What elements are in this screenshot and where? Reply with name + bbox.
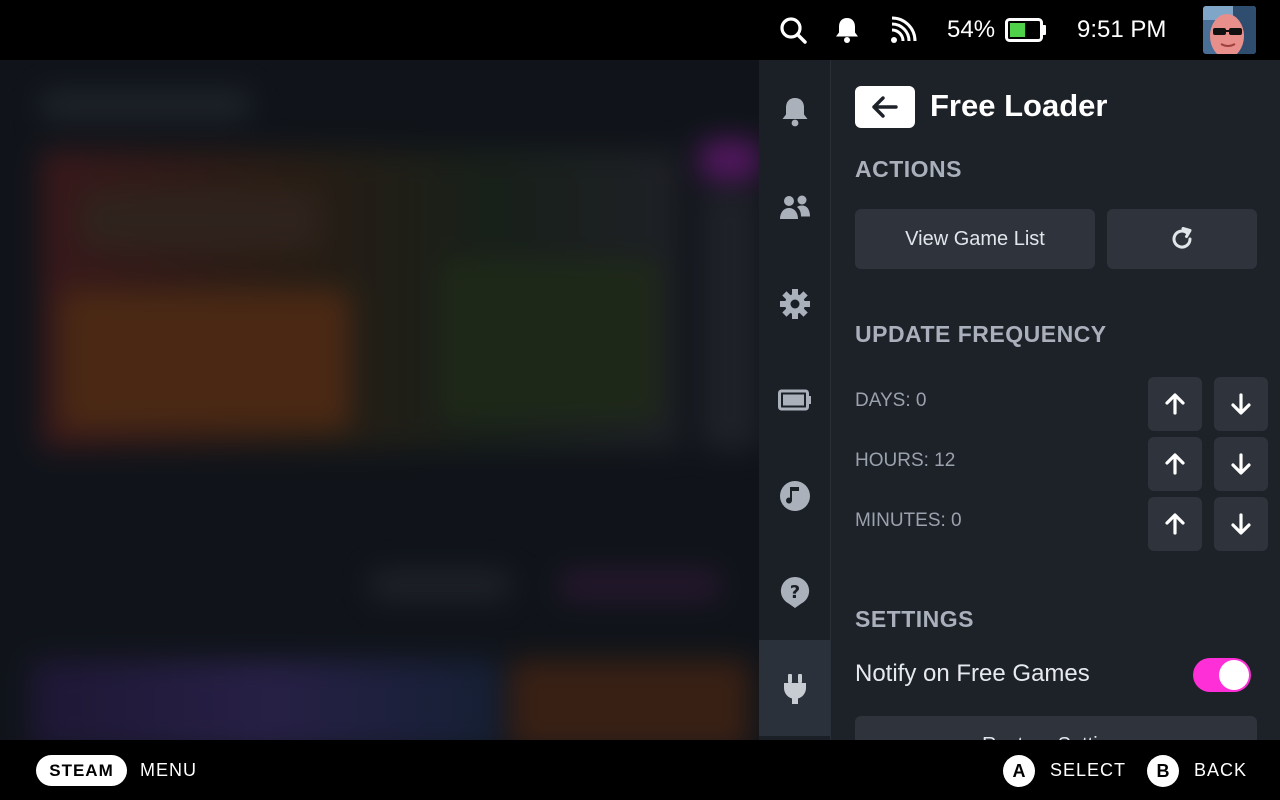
refresh-icon	[1172, 227, 1192, 249]
actions-section-title: ACTIONS	[855, 156, 962, 182]
nav-settings[interactable]	[759, 256, 830, 352]
quick-access-nav: ?	[759, 60, 831, 740]
arrow-down-icon	[1231, 453, 1251, 475]
hours-value: HOURS: 12	[855, 450, 956, 471]
wifi-icon[interactable]	[888, 15, 918, 45]
minutes-value: MINUTES: 0	[855, 510, 962, 531]
battery-percentage: 54%	[947, 16, 996, 43]
hours-decrease-button[interactable]	[1214, 437, 1268, 491]
steam-button-hint[interactable]: STEAM	[36, 755, 127, 786]
plugin-panel: Free Loader ACTIONS View Game List UPDAT…	[831, 60, 1280, 740]
nav-music[interactable]	[759, 448, 830, 544]
status-bar: 54% 9:51 PM	[0, 0, 1280, 60]
gear-icon	[779, 289, 810, 319]
restore-settings-button[interactable]: Restore Settings	[855, 716, 1257, 740]
background-library-blurred	[0, 60, 760, 740]
help-icon: ?	[780, 576, 809, 608]
a-button-icon: A	[1003, 755, 1035, 787]
arrow-up-icon	[1165, 513, 1185, 535]
nav-help[interactable]: ?	[759, 544, 830, 640]
arrow-down-icon	[1231, 513, 1251, 535]
friends-icon	[779, 195, 810, 219]
notify-free-games-label: Notify on Free Games	[855, 660, 1090, 687]
back-button[interactable]	[855, 86, 915, 128]
minutes-increase-button[interactable]	[1148, 497, 1202, 551]
days-decrease-button[interactable]	[1214, 377, 1268, 431]
nav-plugins[interactable]	[759, 640, 830, 736]
hours-increase-button[interactable]	[1148, 437, 1202, 491]
days-value: DAYS: 0	[855, 390, 927, 411]
notify-free-games-toggle[interactable]	[1193, 658, 1251, 692]
bell-icon[interactable]	[832, 15, 862, 45]
music-icon	[779, 481, 810, 511]
update-frequency-section-title: UPDATE FREQUENCY	[855, 321, 1107, 347]
menu-hint-label: MENU	[140, 760, 197, 780]
avatar[interactable]	[1203, 6, 1256, 54]
nav-friends[interactable]	[759, 160, 830, 256]
minutes-decrease-button[interactable]	[1214, 497, 1268, 551]
refresh-button[interactable]	[1107, 209, 1257, 269]
arrow-down-icon	[1231, 393, 1251, 415]
toggle-knob	[1219, 660, 1249, 690]
controller-hints-bar: STEAM MENU A SELECT B BACK	[0, 740, 1280, 800]
nav-performance[interactable]	[759, 352, 830, 448]
search-icon[interactable]	[778, 15, 808, 45]
b-button-icon: B	[1147, 755, 1179, 787]
days-increase-button[interactable]	[1148, 377, 1202, 431]
arrow-up-icon	[1165, 453, 1185, 475]
svg-text:?: ?	[789, 582, 799, 603]
battery-icon	[777, 389, 811, 411]
clock: 9:51 PM	[1077, 16, 1167, 43]
arrow-left-icon	[872, 96, 898, 118]
battery-icon[interactable]	[1005, 17, 1047, 43]
bell-icon	[782, 98, 807, 127]
view-game-list-button[interactable]: View Game List	[855, 209, 1095, 269]
back-hint-label: BACK	[1194, 760, 1248, 780]
panel-title: Free Loader	[930, 88, 1108, 123]
select-hint-label: SELECT	[1050, 760, 1127, 780]
nav-notifications[interactable]	[759, 64, 830, 160]
plug-icon	[783, 674, 806, 704]
arrow-up-icon	[1165, 393, 1185, 415]
settings-section-title: SETTINGS	[855, 606, 975, 632]
